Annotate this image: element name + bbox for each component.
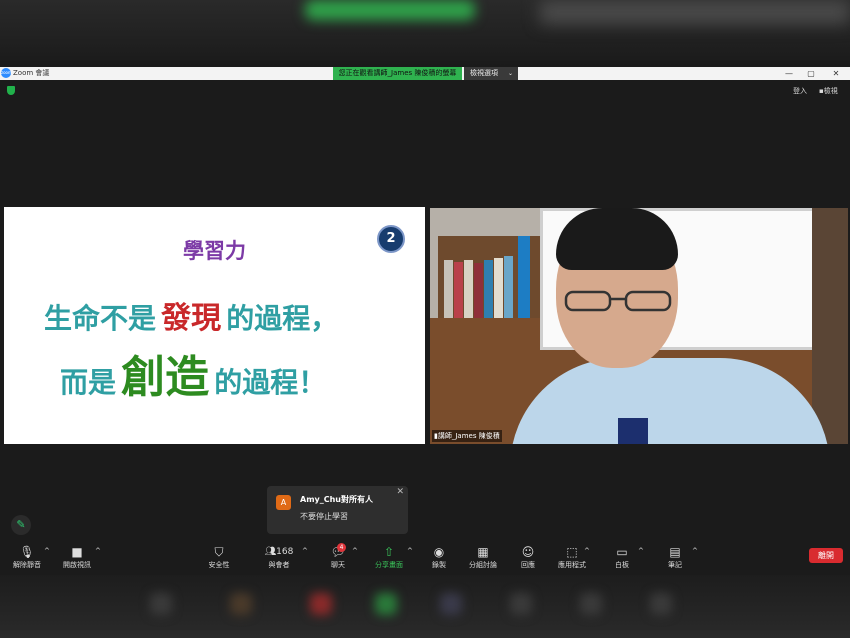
record-button[interactable]: ◉ 錄製: [428, 545, 450, 570]
slide-text: 的過程！: [214, 366, 327, 399]
close-button[interactable]: ✕: [822, 67, 850, 80]
chat-badge: 4: [337, 543, 346, 552]
blurred-top-bar: [0, 0, 850, 67]
notes-label: 筆記: [668, 561, 682, 569]
audio-options-caret[interactable]: ^: [44, 547, 50, 555]
unmute-button[interactable]: 🎙︎ 解除靜音: [10, 545, 44, 570]
blurred-taskbar: [0, 575, 850, 638]
record-icon: ◉: [433, 545, 445, 559]
whiteboard-button[interactable]: ▭ 白板: [612, 545, 632, 570]
slide-text: 生命不是: [44, 302, 157, 335]
person-hair: [556, 208, 678, 270]
participants-count: 168: [276, 547, 294, 557]
slide-line-1: 生命不是 發現 的過程，: [44, 293, 338, 337]
people-icon: 👥︎168: [264, 547, 294, 557]
start-video-button[interactable]: ■ 開啟視訊: [60, 545, 94, 570]
notes-icon: ▤: [669, 545, 681, 559]
slide-emphasis-green: 創造: [121, 352, 210, 403]
zoom-logo-icon: zoom: [1, 68, 12, 78]
reactions-button[interactable]: ☺ 回應: [517, 545, 539, 570]
notes-button[interactable]: ▤ 筆記: [665, 545, 685, 570]
avatar: A: [276, 495, 291, 510]
view-options-dropdown[interactable]: 檢視選項 ⌄: [464, 67, 518, 80]
participants-button[interactable]: 👥︎168 與會者: [262, 545, 296, 570]
whiteboard-caret[interactable]: ^: [638, 547, 644, 555]
chat-button[interactable]: 💬︎ 4 聊天: [327, 543, 349, 570]
slide-title: 學習力: [183, 239, 246, 263]
share-caret[interactable]: ^: [407, 547, 413, 555]
apps-label: 應用程式: [558, 561, 586, 569]
participant-name-label: ▮講師_James 陳俊積: [432, 430, 502, 442]
close-icon[interactable]: ✕: [396, 487, 404, 497]
security-shield-icon[interactable]: [7, 86, 15, 95]
shared-screen-slide: 學習力 2 生命不是 發現 的過程， 而是 創造 的過程！: [4, 207, 425, 444]
chat-label: 聊天: [331, 561, 345, 569]
share-screen-label: 分享畫面: [375, 561, 403, 569]
grid-icon: ▦: [477, 545, 489, 559]
record-label: 錄製: [432, 561, 446, 569]
slide-number: 2: [377, 225, 405, 253]
chat-notification[interactable]: A Amy_Chu對所有人 不要停止學習 ✕: [267, 486, 408, 534]
slide-line-2: 而是 創造 的過程！: [60, 341, 326, 405]
whiteboard-icon: ▭: [616, 545, 628, 559]
leave-button[interactable]: 離開: [809, 548, 843, 563]
video-options-caret[interactable]: ^: [95, 547, 101, 555]
mic-muted-icon: 🎙︎: [19, 545, 35, 559]
view-options-label: 檢視選項: [470, 69, 498, 77]
apps-caret[interactable]: ^: [584, 547, 590, 555]
whiteboard-label: 白板: [615, 561, 629, 569]
chat-caret[interactable]: ^: [352, 547, 358, 555]
share-screen-icon: ⇧: [383, 545, 395, 559]
right-shelf: [812, 208, 848, 444]
participant-video-tile[interactable]: ▮講師_James 陳俊積: [430, 208, 848, 444]
slide-text: 而是: [60, 366, 117, 399]
chevron-down-icon: ⌄: [507, 70, 513, 77]
participant-name: 講師_James 陳俊積: [437, 432, 500, 440]
app-title: Zoom 會議: [13, 69, 50, 77]
screen-share-notice: 您正在觀看講師_James 陳俊積的螢幕: [333, 67, 462, 80]
unmute-label: 解除靜音: [13, 561, 41, 569]
reactions-label: 回應: [521, 561, 535, 569]
breakout-button[interactable]: ▦ 分組討論: [467, 545, 499, 570]
maximize-button[interactable]: ▢: [797, 67, 825, 80]
security-label: 安全性: [208, 561, 230, 569]
signin-button[interactable]: 登入: [793, 86, 807, 96]
pencil-icon[interactable]: ✎: [11, 515, 31, 535]
video-off-icon: ■: [71, 545, 83, 559]
share-screen-button[interactable]: ⇧ 分享畫面: [372, 545, 406, 570]
start-video-label: 開啟視訊: [63, 561, 91, 569]
chat-message: 不要停止學習: [300, 512, 348, 521]
breakout-label: 分組討論: [469, 561, 497, 569]
slide-text: 的過程，: [226, 302, 339, 335]
chat-sender: Amy_Chu對所有人: [300, 495, 374, 504]
glasses: [564, 290, 672, 312]
security-button[interactable]: ⛉ 安全性: [204, 545, 234, 570]
notes-caret[interactable]: ^: [692, 547, 698, 555]
shield-icon: ⛉: [214, 545, 224, 559]
participants-label: 與會者: [268, 561, 290, 569]
view-label: 檢視: [823, 87, 838, 95]
slide-emphasis-red: 發現: [161, 301, 222, 336]
bookshelf: [438, 236, 543, 320]
person-tie: [618, 418, 648, 444]
participants-caret[interactable]: ^: [302, 547, 308, 555]
emoji-icon: ☺: [521, 545, 535, 559]
view-button[interactable]: ▪檢視: [819, 86, 838, 96]
